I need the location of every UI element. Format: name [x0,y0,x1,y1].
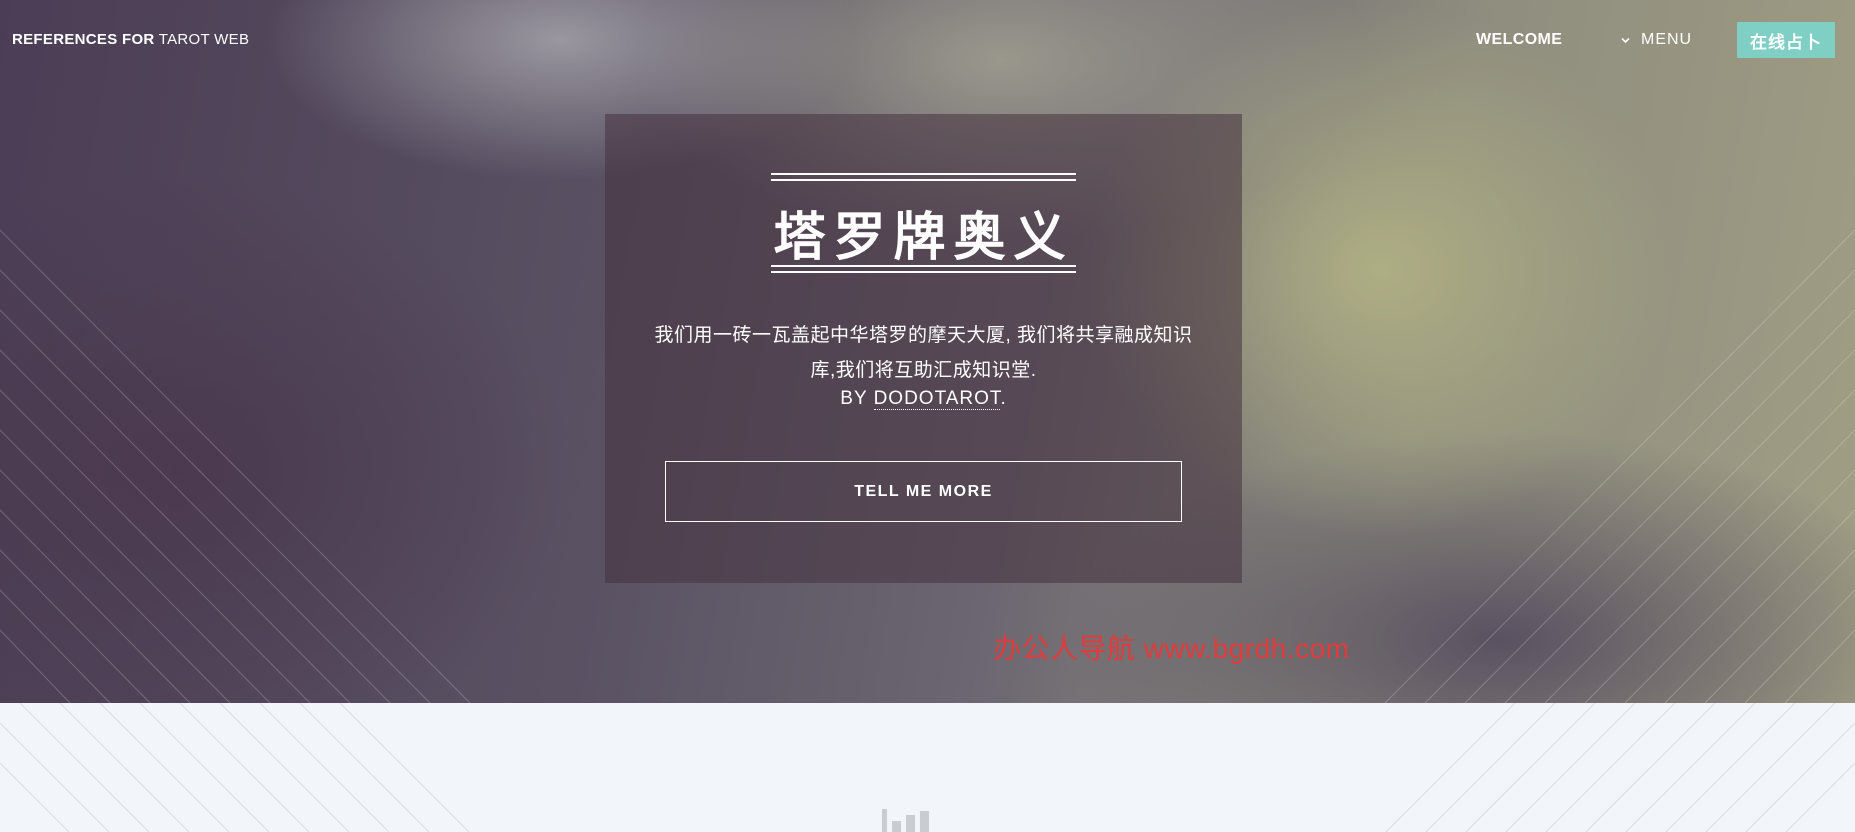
byline-prefix: BY [840,388,868,409]
page-title: 塔罗牌奥义 [773,208,1074,268]
tell-me-more-button[interactable]: TELL ME MORE [665,461,1182,522]
byline-author-link[interactable]: DODOTAROT [873,388,1001,410]
hero-byline: BY DODOTAROT. [645,388,1202,410]
hero-banner: REFERENCES FOR TAROT WEB WELCOME MENU 在线… [0,0,1855,703]
hero-description: 我们用一砖一瓦盖起中华塔罗的摩天大厦, 我们将共享融成知识库,我们将互助汇成知识… [654,325,1193,381]
title-rule-top [771,173,1076,175]
lower-section [0,703,1855,832]
nav-menu-label: MENU [1641,31,1693,48]
byline-suffix: . [1000,388,1007,409]
hero-card: 塔罗牌奥义 我们用一砖一瓦盖起中华塔罗的摩天大厦, 我们将共享融成知识库,我们将… [605,114,1242,583]
title-rule-bottom [771,271,1076,273]
online-divination-button[interactable]: 在线占卜 [1737,22,1835,58]
brand-light-text: TAROT WEB [158,31,250,48]
title-rule-top-inner [771,179,1076,181]
nav-menu-toggle[interactable]: MENU [1620,31,1692,49]
watermark-text: 办公人导航 www.bgrdh.com [993,633,1350,664]
brand-bold-text: REFERENCES FOR [12,31,155,48]
bar-chart-icon [882,809,929,832]
nav-welcome-link[interactable]: WELCOME [1476,31,1562,49]
site-brand[interactable]: REFERENCES FOR TAROT WEB [12,31,249,48]
title-rule-bottom-inner [771,265,1076,267]
chevron-down-icon [1621,37,1630,43]
title-frame: 塔罗牌奥义 [771,173,1076,273]
